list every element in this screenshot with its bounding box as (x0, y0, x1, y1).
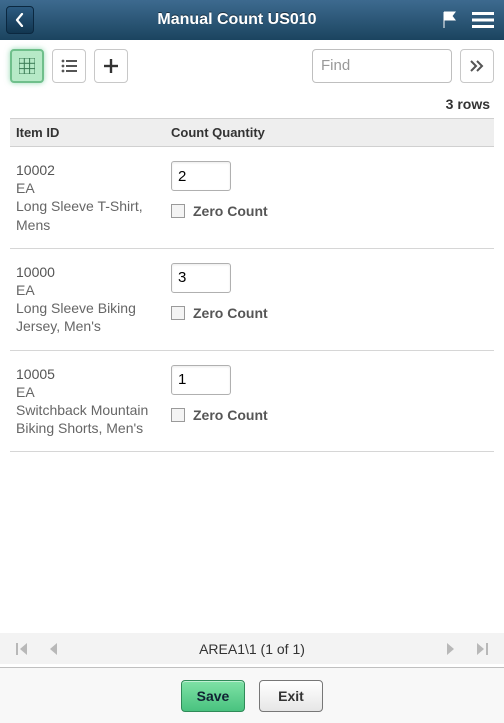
list-view-button[interactable] (52, 49, 86, 83)
item-uom: EA (16, 179, 159, 197)
item-id: 10000 (16, 263, 159, 281)
table-row: 10000 EA Long Sleeve Biking Jersey, Men'… (10, 249, 494, 351)
table-row: 10005 EA Switchback Mountain Biking Shor… (10, 351, 494, 453)
app-header: Manual Count US010 (0, 0, 504, 40)
back-button[interactable] (6, 6, 34, 34)
add-button[interactable] (94, 49, 128, 83)
count-quantity-input[interactable] (171, 161, 231, 191)
footer: Save Exit (0, 667, 504, 723)
exit-button[interactable]: Exit (259, 680, 323, 712)
item-uom: EA (16, 383, 159, 401)
pager-next-button[interactable] (442, 643, 460, 655)
page-title: Manual Count US010 (34, 11, 440, 29)
count-quantity-input[interactable] (171, 263, 231, 293)
pager-first-button[interactable] (12, 643, 32, 655)
pager-last-button[interactable] (472, 643, 492, 655)
grid-header: Item ID Count Quantity (10, 119, 494, 147)
zero-count-field[interactable]: Zero Count (171, 203, 488, 219)
plus-icon (103, 58, 119, 74)
chevron-left-icon (15, 13, 25, 27)
item-uom: EA (16, 281, 159, 299)
zero-count-label: Zero Count (193, 203, 268, 219)
save-button[interactable]: Save (181, 680, 245, 712)
next-page-icon (446, 643, 456, 655)
item-desc: Long Sleeve Biking Jersey, Men's (16, 299, 159, 335)
grid-view-button[interactable] (10, 49, 44, 83)
more-button[interactable] (460, 49, 494, 83)
col-item-id: Item ID (10, 119, 165, 146)
data-grid: Item ID Count Quantity 10002 EA Long Sle… (10, 118, 494, 452)
toolbar (0, 40, 504, 92)
table-row: 10002 EA Long Sleeve T-Shirt, Mens Zero … (10, 147, 494, 249)
item-desc: Switchback Mountain Biking Shorts, Men's (16, 401, 159, 437)
hamburger-menu-icon[interactable] (472, 11, 494, 29)
checkbox-icon[interactable] (171, 306, 185, 320)
pager-text: AREA1\1 (1 of 1) (62, 641, 442, 657)
first-page-icon (16, 643, 28, 655)
item-desc: Long Sleeve T-Shirt, Mens (16, 197, 159, 233)
prev-page-icon (48, 643, 58, 655)
pager-prev-button[interactable] (44, 643, 62, 655)
zero-count-label: Zero Count (193, 407, 268, 423)
last-page-icon (476, 643, 488, 655)
chevron-double-right-icon (470, 60, 484, 72)
flag-icon[interactable] (440, 10, 460, 30)
checkbox-icon[interactable] (171, 204, 185, 218)
list-icon (61, 59, 77, 73)
checkbox-icon[interactable] (171, 408, 185, 422)
row-count: 3 rows (0, 92, 504, 118)
item-id: 10005 (16, 365, 159, 383)
col-count-qty: Count Quantity (165, 119, 494, 146)
item-id: 10002 (16, 161, 159, 179)
pager: AREA1\1 (1 of 1) (0, 632, 504, 664)
grid-icon (19, 58, 35, 74)
zero-count-field[interactable]: Zero Count (171, 305, 488, 321)
zero-count-field[interactable]: Zero Count (171, 407, 488, 423)
count-quantity-input[interactable] (171, 365, 231, 395)
zero-count-label: Zero Count (193, 305, 268, 321)
find-input[interactable] (312, 49, 452, 83)
